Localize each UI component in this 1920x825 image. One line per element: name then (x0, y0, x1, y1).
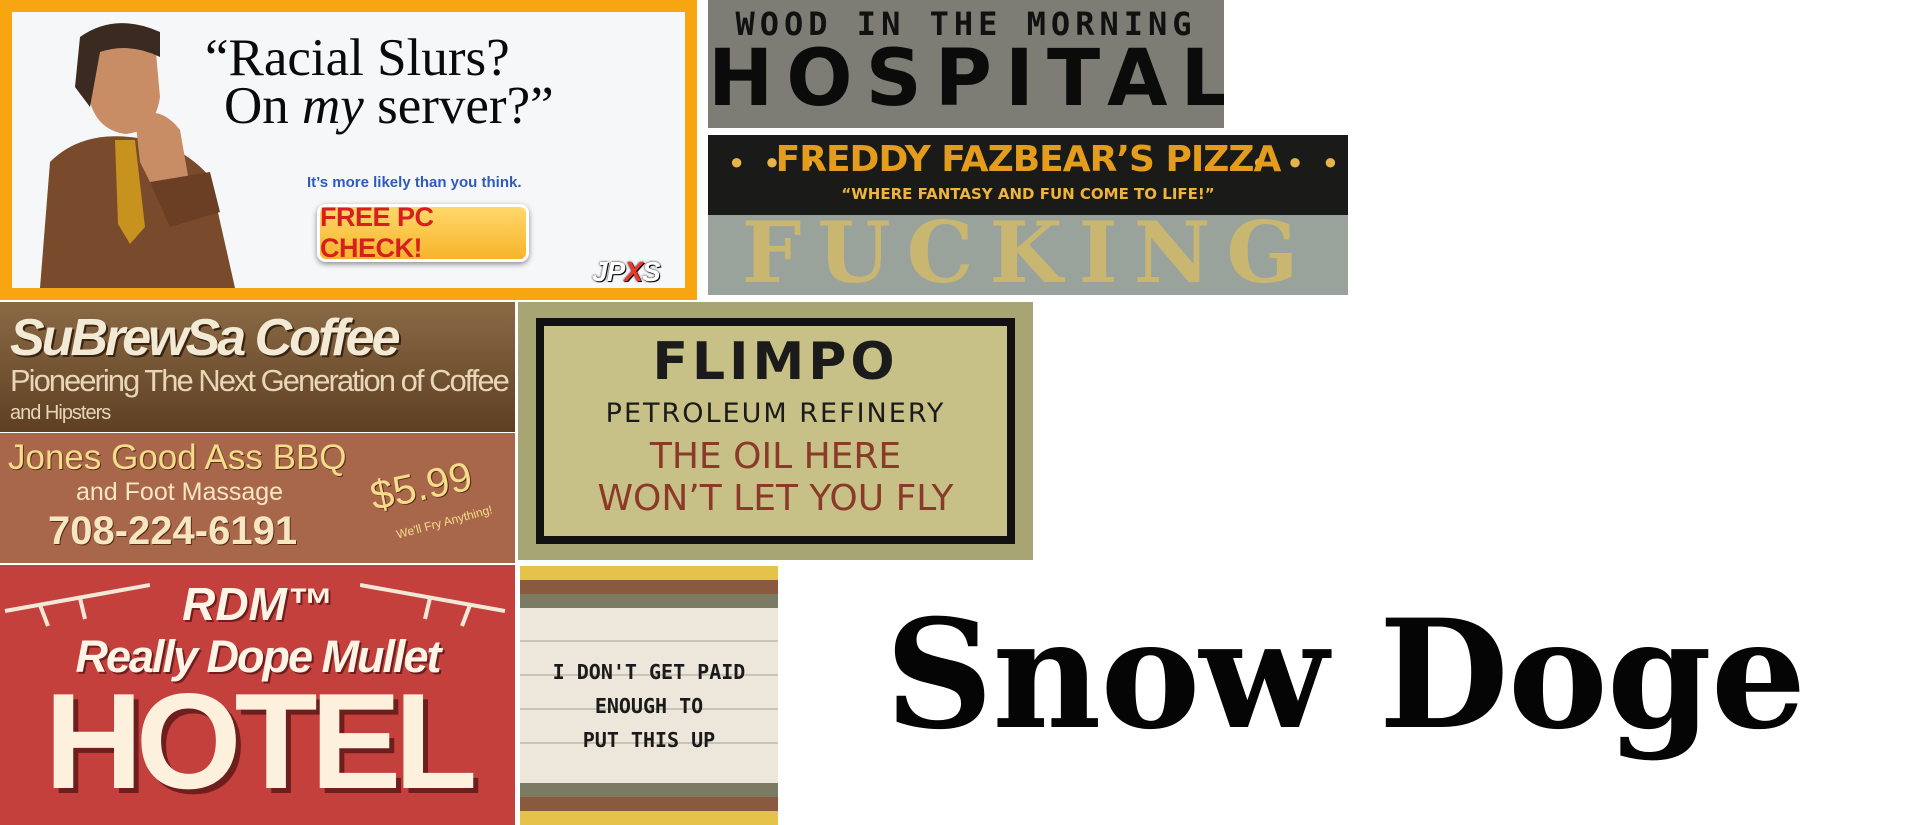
hotel-sign: RDM™ Really Dope Mullet HOTEL (0, 565, 515, 825)
coffee-sign: SuBrewSa Coffee Pioneering The Next Gene… (0, 302, 515, 432)
coffee-subtitle: Pioneering The Next Generation of Coffee (10, 363, 510, 398)
bbq-phone: 708-224-6191 (48, 509, 298, 553)
paid-sign: I DON'T GET PAID ENOUGH TO PUT THIS UP (520, 566, 778, 825)
hotel-word: HOTEL (44, 665, 478, 817)
ad-subtext: It’s more likely than you think. (307, 174, 522, 191)
ad-headline-line2: On my server?” (224, 77, 554, 135)
coffee-subtitle-2: and Hipsters (10, 402, 111, 424)
flimpo-title: FLIMPO (652, 332, 899, 392)
free-pc-check-button: FREE PC CHECK! (317, 202, 529, 263)
coffee-title: SuBrewSa Coffee (10, 309, 401, 367)
ad-logo: JPXS (592, 256, 661, 287)
bbq-subtitle: and Foot Massage (76, 478, 284, 506)
fucking-sign: FUCKING (708, 215, 1348, 295)
bbq-sign: Jones Good Ass BBQ and Foot Massage 708-… (0, 433, 515, 563)
flimpo-line2: WON’T LET YOU FLY (597, 478, 954, 519)
flimpo-line1: THE OIL HERE (649, 436, 902, 477)
paid-line3: PUT THIS UP (582, 728, 716, 752)
stripe-band (520, 797, 778, 811)
snow-doge-text: Snow Doge (885, 587, 1806, 763)
flimpo-frame: FLIMPO PETROLEUM REFINERY THE OIL HERE W… (536, 318, 1015, 544)
freddy-title: FREDDY FAZBEAR’S PIZZA (775, 139, 1282, 180)
divider (520, 640, 778, 642)
paid-line2: ENOUGH TO (594, 694, 704, 718)
hospital-title: HOSPITAL (708, 34, 1224, 124)
bbq-title: Jones Good Ass BBQ (8, 438, 347, 477)
thinking-man-figure (40, 23, 235, 288)
paid-line1: I DON'T GET PAID (552, 660, 746, 684)
hotel-brand: RDM™ (182, 578, 333, 630)
stripe-band (520, 594, 778, 608)
freddy-tagline: “WHERE FANTASY AND FUN COME TO LIFE!” (841, 185, 1215, 203)
fucking-word: FUCKING (741, 215, 1315, 295)
flimpo-sign: FLIMPO PETROLEUM REFINERY THE OIL HERE W… (518, 302, 1033, 560)
hospital-sign: WOOD IN THE MORNING HOSPITAL (708, 0, 1224, 128)
freddy-pizza-sign: ● ● ● ● ● ● FREDDY FAZBEAR’S PIZZA “WHER… (708, 135, 1348, 215)
stripe-band (520, 580, 778, 594)
flimpo-subtitle: PETROLEUM REFINERY (605, 398, 946, 429)
ad-sign: “Racial Slurs? On my server?” It’s more … (0, 0, 697, 300)
stripe-band (520, 811, 778, 825)
stripe-band (520, 566, 778, 580)
stripe-band (520, 783, 778, 797)
